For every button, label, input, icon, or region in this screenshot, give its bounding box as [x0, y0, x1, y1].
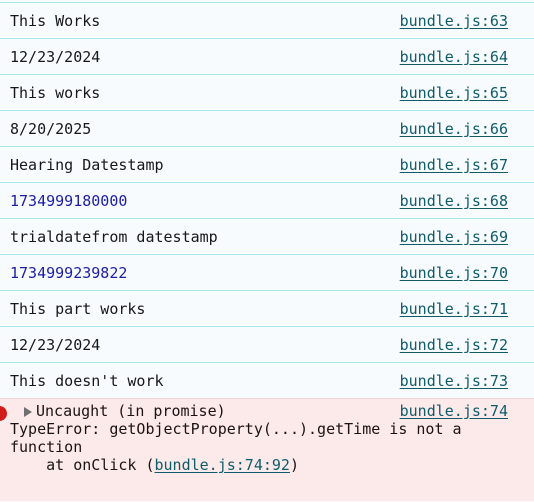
- console-log-message: This Works: [10, 11, 101, 30]
- console-error-source-link[interactable]: bundle.js:74: [400, 402, 508, 420]
- console-log-source-link[interactable]: bundle.js:68: [400, 192, 508, 210]
- console-log-message: This part works: [10, 299, 146, 318]
- console-log-source-link[interactable]: bundle.js:67: [400, 156, 508, 174]
- console-log-source-link[interactable]: bundle.js:64: [400, 48, 508, 66]
- console-log-row: This doesn't work bundle.js:73: [0, 362, 534, 398]
- disclosure-triangle-right-icon[interactable]: [21, 402, 35, 420]
- console-log-row: This Works bundle.js:63: [0, 2, 534, 38]
- console-log-row: trialdatefrom datestamp bundle.js:69: [0, 218, 534, 254]
- console-log-message: This works: [10, 83, 101, 102]
- console-log-message: 1734999180000: [10, 191, 128, 210]
- error-circle-icon: [0, 406, 7, 421]
- console-log-source-link[interactable]: bundle.js:70: [400, 264, 508, 282]
- console-log-message: 12/23/2024: [10, 47, 101, 66]
- console-log-row: 1734999180000 bundle.js:68: [0, 182, 534, 218]
- console-log-row: 8/20/2025 bundle.js:66: [0, 110, 534, 146]
- console-log-source-link[interactable]: bundle.js:66: [400, 120, 508, 138]
- console-log-message: 12/23/2024: [10, 335, 101, 354]
- console-log-row: 12/23/2024 bundle.js:72: [0, 326, 534, 362]
- console-log-source-link[interactable]: bundle.js:73: [400, 372, 508, 390]
- console-error-headline: Uncaught (in promise): [36, 402, 226, 420]
- console-log-row: This works bundle.js:65: [0, 74, 534, 110]
- console-log-row-list: This Works bundle.js:63 12/23/2024 bundle.j…: [0, 2, 534, 398]
- stack-frame-prefix: at onClick (: [10, 456, 155, 474]
- console-log-row: This part works bundle.js:71: [0, 290, 534, 326]
- console-log-source-link[interactable]: bundle.js:65: [400, 84, 508, 102]
- console-error-stack-frame: at onClick (bundle.js:74:92): [0, 456, 534, 474]
- console-log-message: Hearing Datestamp: [10, 155, 164, 174]
- console-log-source-link[interactable]: bundle.js:69: [400, 228, 508, 246]
- console-log-message: 8/20/2025: [10, 119, 92, 138]
- console-log-message: 1734999239822: [10, 263, 128, 282]
- console-log-source-link[interactable]: bundle.js:72: [400, 336, 508, 354]
- console-error-detail: TypeError: getObjectProperty(...).getTim…: [10, 420, 471, 456]
- console-log-message: This doesn't work: [10, 371, 164, 390]
- console-error-header: Uncaught (in promise) bundle.js:74: [0, 402, 534, 421]
- stack-frame-source-link[interactable]: bundle.js:74:92: [155, 456, 290, 474]
- console-log-source-link[interactable]: bundle.js:71: [400, 300, 508, 318]
- console-log-row: 1734999239822 bundle.js:70: [0, 254, 534, 290]
- console-error-entry[interactable]: Uncaught (in promise) bundle.js:74 TypeE…: [0, 398, 534, 501]
- console-log-row: 12/23/2024 bundle.js:64: [0, 38, 534, 74]
- console-log-source-link[interactable]: bundle.js:63: [400, 12, 508, 30]
- devtools-console-output: This Works bundle.js:63 12/23/2024 bundle.j…: [0, 2, 534, 502]
- console-log-message: trialdatefrom datestamp: [10, 227, 218, 246]
- stack-frame-suffix: ): [289, 456, 299, 474]
- console-log-row: Hearing Datestamp bundle.js:67: [0, 146, 534, 182]
